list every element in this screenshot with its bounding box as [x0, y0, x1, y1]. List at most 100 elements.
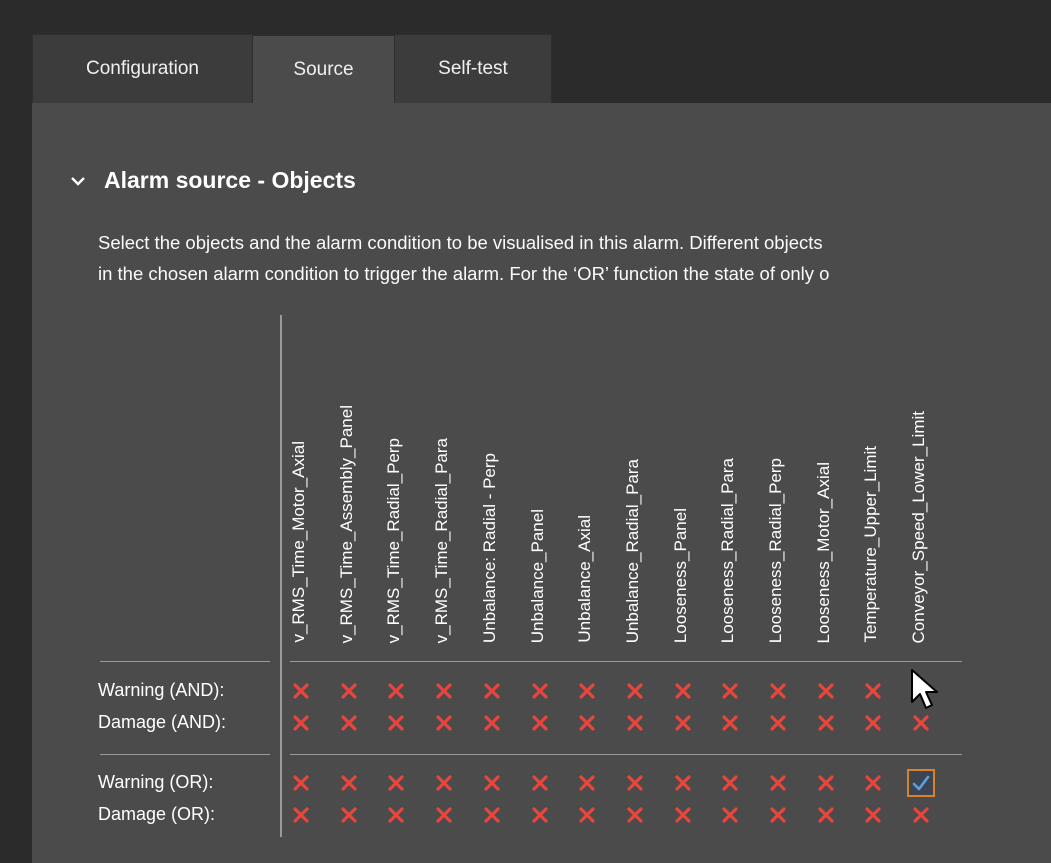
matrix-cell[interactable] [718, 803, 742, 827]
matrix-cell[interactable] [337, 711, 361, 735]
matrix-cell[interactable] [861, 711, 885, 735]
matrix-cell[interactable] [432, 803, 456, 827]
matrix-cell[interactable] [718, 711, 742, 735]
matrix-cell[interactable] [384, 679, 408, 703]
matrix-cell[interactable] [671, 679, 695, 703]
cross-icon [484, 715, 500, 731]
matrix-cell[interactable] [289, 711, 313, 735]
cross-icon [341, 775, 357, 791]
matrix-cell[interactable] [289, 771, 313, 795]
chevron-down-icon[interactable] [70, 175, 86, 187]
matrix-cell[interactable] [623, 711, 647, 735]
cross-icon [722, 683, 738, 699]
row-label: Damage (OR): [98, 804, 216, 824]
matrix-cell[interactable] [623, 803, 647, 827]
cross-icon [674, 807, 691, 823]
matrix-cell[interactable] [528, 771, 552, 795]
cross-icon [770, 775, 786, 791]
matrix-cell[interactable] [814, 803, 838, 827]
matrix-cell[interactable] [337, 679, 361, 703]
matrix-cell[interactable] [337, 771, 361, 795]
matrix-cell[interactable] [861, 679, 885, 703]
matrix-cell[interactable] [575, 711, 599, 735]
cross-icon [818, 775, 834, 791]
matrix-cell[interactable] [384, 771, 408, 795]
matrix-cell[interactable] [480, 711, 504, 735]
matrix-cell[interactable] [575, 771, 599, 795]
matrix-cell-selected[interactable] [907, 769, 936, 797]
matrix-cell[interactable] [861, 771, 885, 795]
cross-icon [293, 775, 309, 791]
cross-icon [341, 715, 357, 731]
matrix-row-divider-right [290, 661, 962, 662]
cross-icon [674, 715, 691, 731]
matrix-cell[interactable] [528, 803, 552, 827]
matrix-cell[interactable] [814, 711, 838, 735]
matrix-cell[interactable] [909, 711, 933, 735]
matrix-cell[interactable] [623, 771, 647, 795]
matrix-cell[interactable] [528, 679, 552, 703]
matrix-cell[interactable] [432, 679, 456, 703]
matrix-cell[interactable] [861, 803, 885, 827]
cross-icon [627, 683, 643, 699]
column-header-object: Unbalance_Panel [527, 508, 547, 643]
cross-icon [388, 715, 404, 731]
matrix-cell[interactable] [671, 803, 695, 827]
matrix-cell[interactable] [766, 711, 790, 735]
cross-icon [770, 807, 786, 823]
matrix-cell[interactable] [384, 803, 408, 827]
cross-icon [913, 807, 929, 823]
tab-configuration[interactable]: Configuration [32, 34, 253, 103]
matrix-cell[interactable] [337, 803, 361, 827]
tab-self-test[interactable]: Self-test [394, 34, 552, 103]
cross-icon [341, 683, 357, 699]
row-label: Warning (AND): [98, 680, 225, 700]
cross-icon [818, 715, 834, 731]
section-header[interactable]: Alarm source - Objects [70, 167, 356, 194]
cross-icon [388, 683, 404, 699]
matrix-cell[interactable] [766, 771, 790, 795]
matrix-cell[interactable] [909, 803, 933, 827]
matrix-cell[interactable] [814, 771, 838, 795]
matrix-cell[interactable] [766, 679, 790, 703]
matrix-cell[interactable] [623, 679, 647, 703]
matrix-group-divider-right [290, 754, 962, 755]
matrix-vertical-divider [280, 315, 282, 837]
matrix-cell[interactable] [289, 803, 313, 827]
matrix-cell[interactable] [528, 711, 552, 735]
matrix-cell[interactable] [671, 711, 695, 735]
cross-icon [865, 683, 881, 699]
column-header-object: Looseness_Motor_Axial [813, 461, 833, 643]
matrix-cell[interactable] [718, 679, 742, 703]
cross-icon [627, 715, 643, 731]
matrix-cell[interactable] [480, 803, 504, 827]
matrix-cell[interactable] [432, 771, 456, 795]
matrix-cell[interactable] [480, 771, 504, 795]
cross-icon [341, 807, 357, 823]
column-header-object: v_RMS_Time_Motor_Axial [289, 441, 308, 643]
matrix-cell[interactable] [575, 803, 599, 827]
matrix-cell[interactable] [814, 679, 838, 703]
matrix-cell[interactable] [671, 771, 695, 795]
matrix-cell[interactable] [432, 711, 456, 735]
cross-icon [436, 683, 452, 699]
cross-icon [436, 715, 452, 731]
matrix-cell[interactable] [289, 679, 313, 703]
matrix-cell[interactable] [766, 803, 790, 827]
column-header-object: Temperature_Upper_Limit [861, 446, 881, 643]
cross-icon [770, 715, 786, 731]
matrix-cell[interactable] [575, 679, 599, 703]
matrix-group-divider-left [100, 754, 270, 755]
row-label: Damage (AND): [98, 712, 227, 732]
cross-icon [388, 775, 404, 791]
matrix-cell[interactable] [480, 679, 504, 703]
row-label: Warning (OR): [98, 772, 214, 792]
tab-source[interactable]: Source [252, 35, 395, 104]
matrix-row-divider-left [100, 661, 270, 662]
cross-icon [293, 807, 309, 823]
column-header-object: Looseness_Radial_Perp [766, 457, 785, 643]
matrix-cell[interactable] [718, 771, 742, 795]
cross-icon [579, 807, 595, 823]
matrix-cell[interactable] [384, 711, 408, 735]
column-header-object: Unbalance_Radial_Para [622, 458, 642, 643]
